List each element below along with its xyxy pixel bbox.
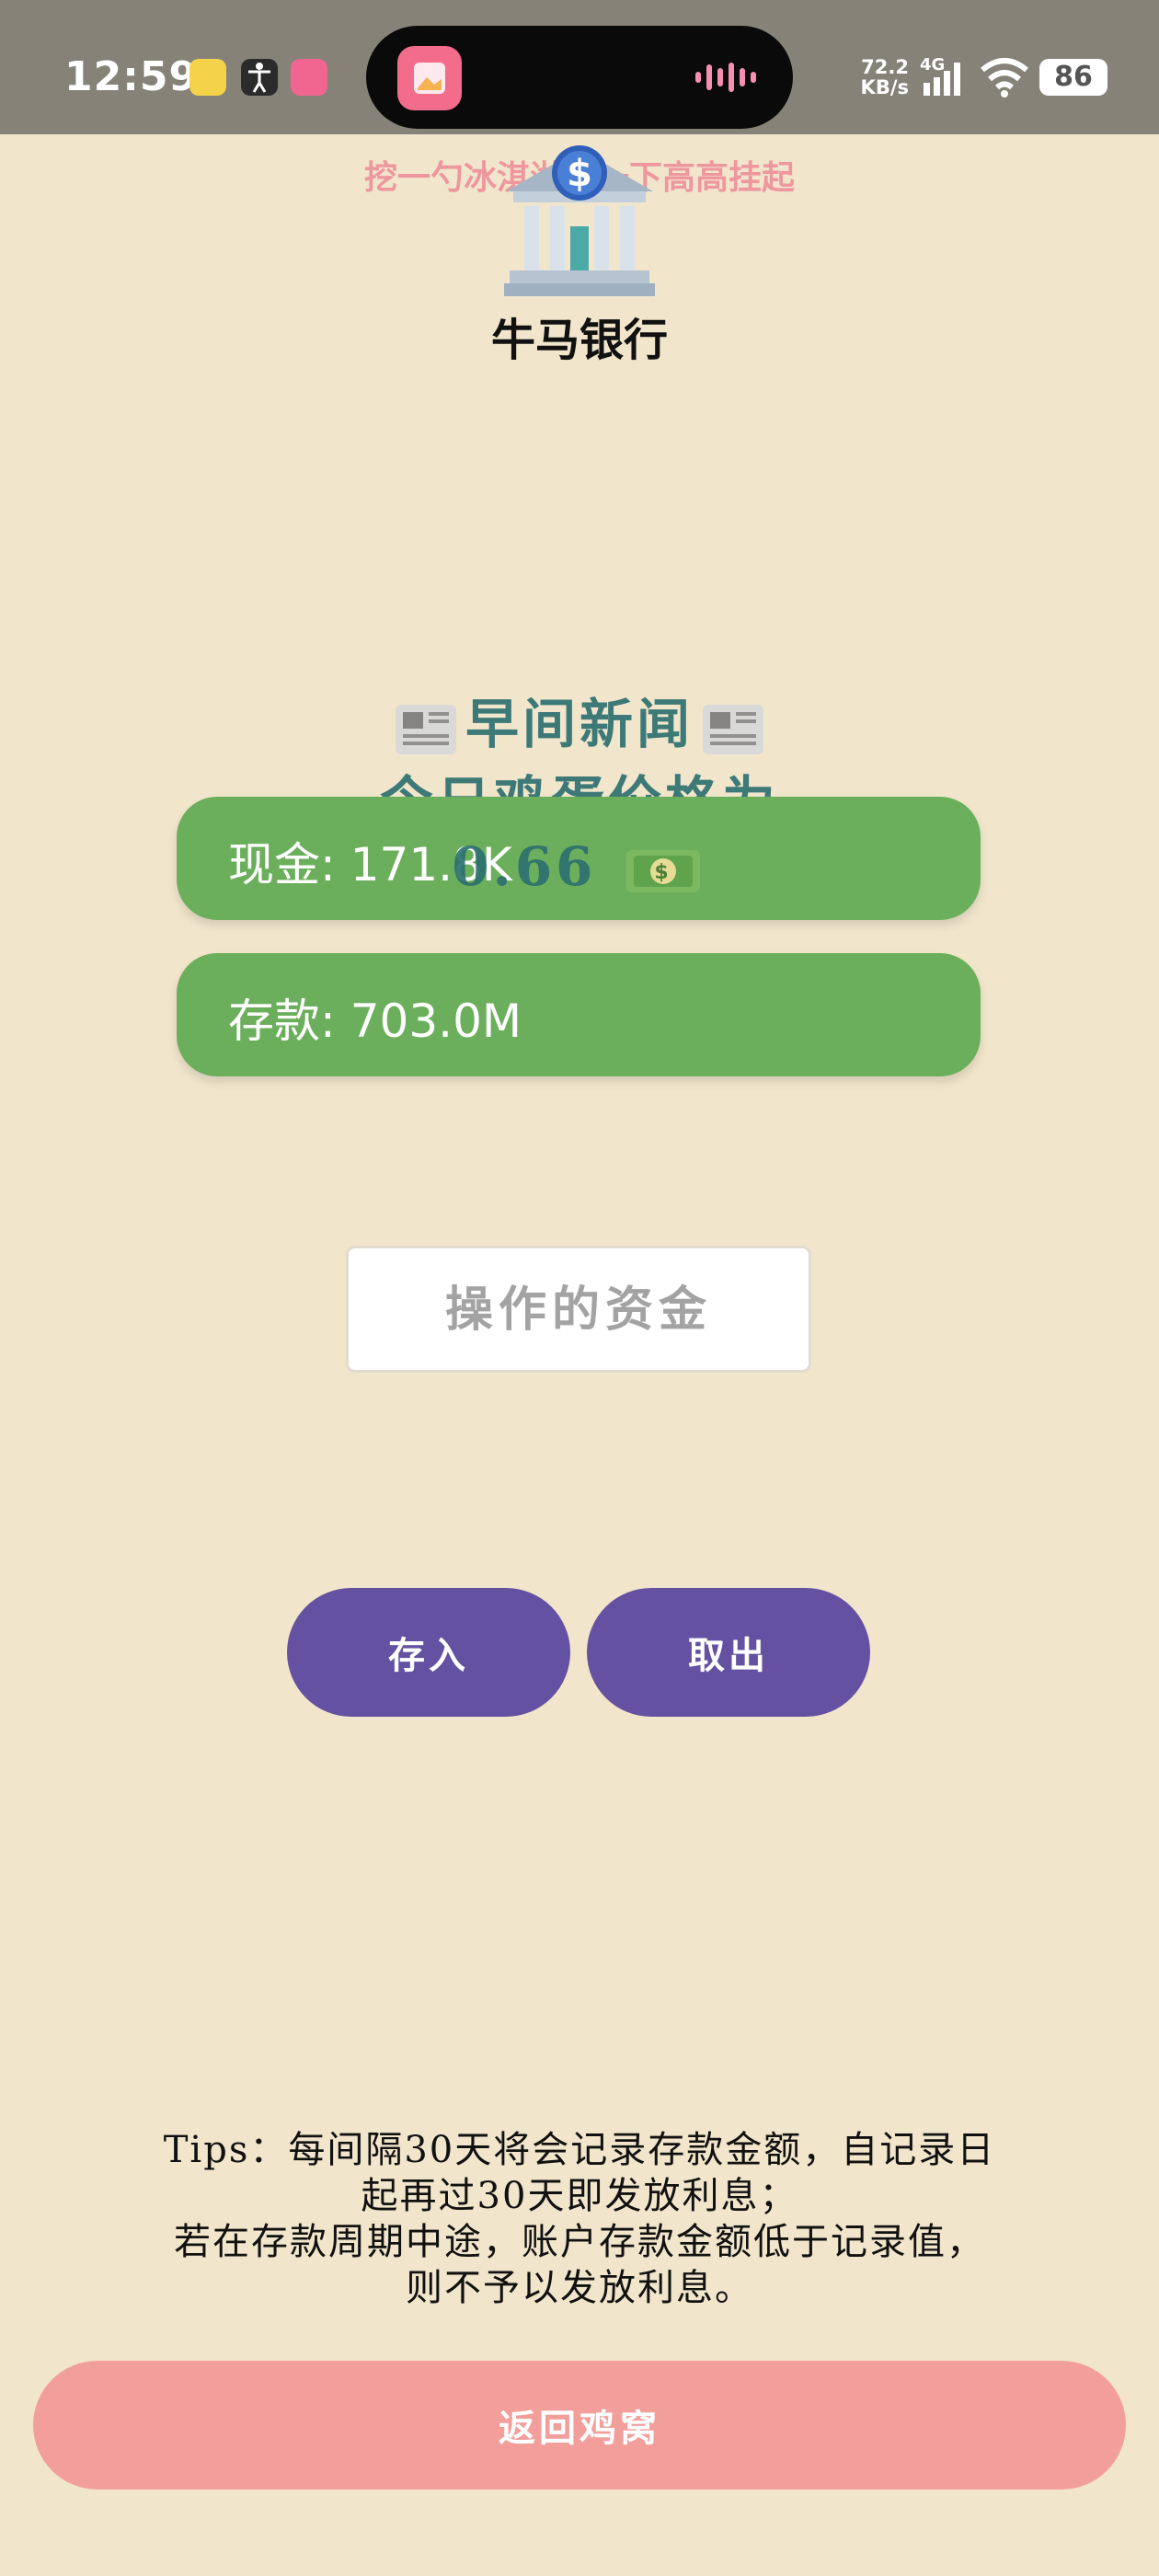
newspaper-icon [703, 705, 763, 754]
news-title: 早间新闻 [465, 693, 694, 755]
page-title: 牛马银行 [490, 315, 668, 366]
money-icon: $ [625, 850, 700, 892]
back-button[interactable]: 返回鸡窝 [33, 2361, 1126, 2490]
svg-text:$: $ [567, 153, 592, 195]
accessibility-icon [241, 59, 278, 96]
tips-line: 则不予以发放利息。 [406, 2267, 753, 2309]
page: 12:59 72.2 KB/s 4G 86 $ 牛马银行 早间新闻 现金: 17… [0, 0, 1159, 2576]
egg-price: 0.66 [452, 835, 597, 898]
news-price-line: 0.66 $ [0, 835, 1159, 898]
network-speed-unit: KB/s [860, 76, 909, 98]
amount-input[interactable] [346, 1246, 811, 1373]
network-speed-value: 72.2 [861, 56, 909, 78]
tips-line: 若在存款周期中途，账户存款金额低于记录值， [174, 2221, 985, 2263]
dynamic-island [366, 26, 793, 129]
svg-text:$: $ [654, 861, 671, 884]
status-time: 12:59 [64, 53, 199, 100]
deposit-card: 存款: 703.0M [177, 953, 981, 1076]
deposit-button[interactable]: 存入 [287, 1588, 570, 1717]
signal-icon: 4G [920, 55, 960, 96]
deposit-balance: 存款: 703.0M [228, 995, 522, 1048]
bilibili-icon [291, 59, 327, 96]
bank-icon: $ [504, 145, 655, 296]
withdraw-button[interactable]: 取出 [587, 1588, 870, 1717]
network-speed: 72.2 KB/s [854, 57, 909, 98]
music-app-icon [189, 59, 226, 96]
battery-indicator: 86 [1039, 59, 1107, 96]
tips-line: 起再过30天即发放利息； [361, 2175, 798, 2217]
network-type: 4G [920, 55, 945, 75]
island-app-icon[interactable] [397, 46, 462, 110]
newspaper-icon [395, 705, 456, 754]
tips-text: Tips：每间隔30天将会记录存款金额，自记录日 起再过30天即发放利息； 若在… [92, 2127, 1067, 2311]
status-bar: 12:59 72.2 KB/s 4G 86 [0, 0, 1159, 134]
wifi-icon [981, 58, 1028, 98]
tips-line: Tips：每间隔30天将会记录存款金额，自记录日 [163, 2129, 996, 2171]
news-heading: 早间新闻 [0, 681, 1159, 758]
audio-wave-icon [695, 63, 756, 92]
